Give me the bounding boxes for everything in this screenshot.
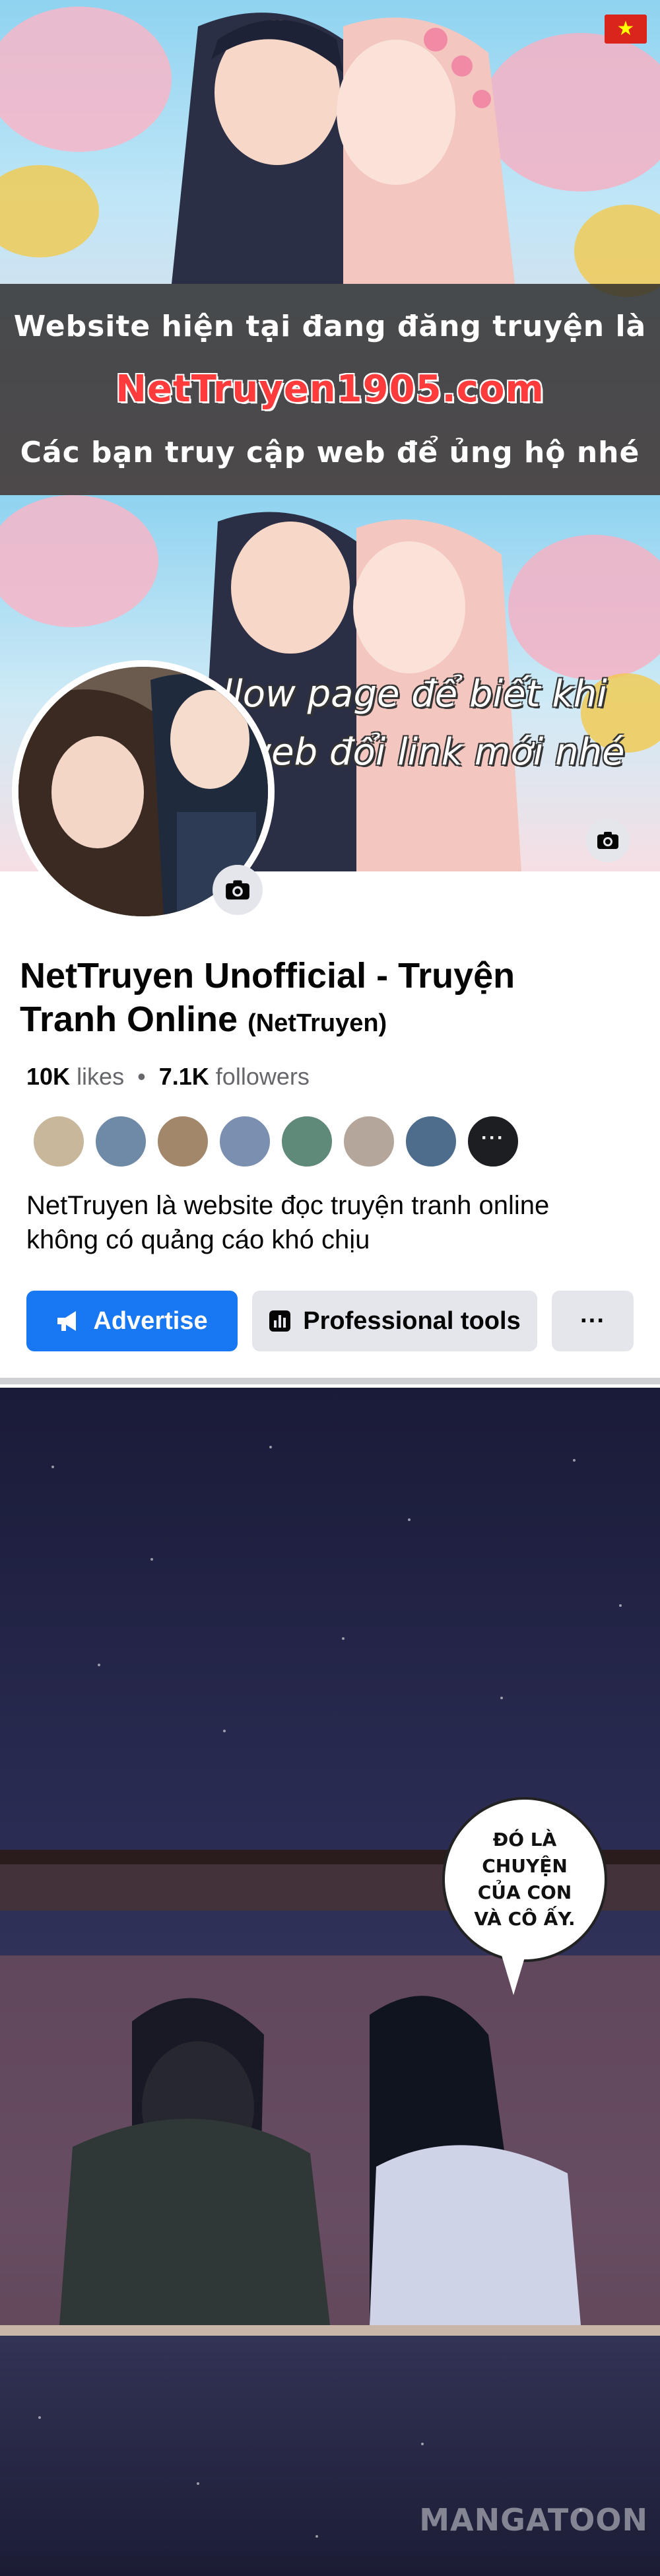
stats-separator: • xyxy=(137,1063,146,1090)
cover-camera-button[interactable] xyxy=(586,819,630,862)
more-followers-icon: ··· xyxy=(481,1127,505,1149)
camera-icon xyxy=(597,832,618,849)
banner-notice: Website hiện tại đang đăng truyện là Net… xyxy=(0,284,660,495)
advertise-button[interactable]: Advertise xyxy=(26,1291,238,1351)
section-divider xyxy=(0,1378,660,1384)
speech-bubble-tail xyxy=(502,1955,525,1995)
mangatoon-watermark: MANGATOON xyxy=(419,2502,648,2538)
promo-banner: ★ Website hiện tại đang đăng truyện là N… xyxy=(0,0,660,495)
follower-avatar[interactable] xyxy=(218,1114,272,1169)
advertise-label: Advertise xyxy=(93,1306,208,1335)
avatar-camera-button[interactable] xyxy=(213,865,263,915)
speech-bubble: ĐÓ LÀ CHUYỆN CỦA CON VÀ CÔ ẤY. xyxy=(442,1797,607,1962)
manga-panel xyxy=(0,1388,660,2576)
page-description: NetTruyen là website đọc truyện tranh on… xyxy=(26,1191,550,1254)
page-stats: 10K likes • 7.1K followers xyxy=(26,1063,310,1091)
follower-avatar[interactable] xyxy=(280,1114,334,1169)
follower-avatar[interactable] xyxy=(32,1114,86,1169)
likes-label[interactable]: likes xyxy=(77,1063,124,1090)
more-followers-button[interactable]: ··· xyxy=(466,1114,520,1169)
banner-line-3: Các bạn truy cập web để ủng hộ nhé xyxy=(20,436,640,470)
followers-label[interactable]: followers xyxy=(216,1063,310,1090)
page-title: NetTruyen Unofficial - Truyện Tranh Onli… xyxy=(20,954,614,1045)
follower-avatar[interactable] xyxy=(94,1114,148,1169)
professional-tools-label: Professional tools xyxy=(303,1306,521,1335)
banner-line-1: Website hiện tại đang đăng truyện là xyxy=(13,309,647,343)
banner-site-link[interactable]: NetTruyen1905.com xyxy=(116,368,544,411)
more-options-button[interactable]: ··· xyxy=(552,1291,634,1351)
speech-text: ĐÓ LÀ CHUYỆN CỦA CON VÀ CÔ ẤY. xyxy=(474,1829,576,1930)
manga-artwork xyxy=(0,1446,660,2538)
follower-avatar[interactable] xyxy=(342,1114,396,1169)
more-options-icon: ··· xyxy=(580,1306,605,1335)
vietnam-flag-icon: ★ xyxy=(605,15,647,44)
bar-chart-icon xyxy=(269,1310,291,1332)
page-handle: (NetTruyen) xyxy=(248,1009,387,1037)
professional-tools-button[interactable]: Professional tools xyxy=(252,1291,537,1351)
follower-avatar[interactable] xyxy=(404,1114,458,1169)
likes-count[interactable]: 10K xyxy=(26,1063,70,1090)
camera-icon xyxy=(226,880,249,900)
follower-avatars: ··· xyxy=(32,1114,528,1170)
follower-avatar[interactable] xyxy=(156,1114,210,1169)
followers-count[interactable]: 7.1K xyxy=(159,1063,209,1090)
megaphone-icon xyxy=(56,1310,81,1332)
